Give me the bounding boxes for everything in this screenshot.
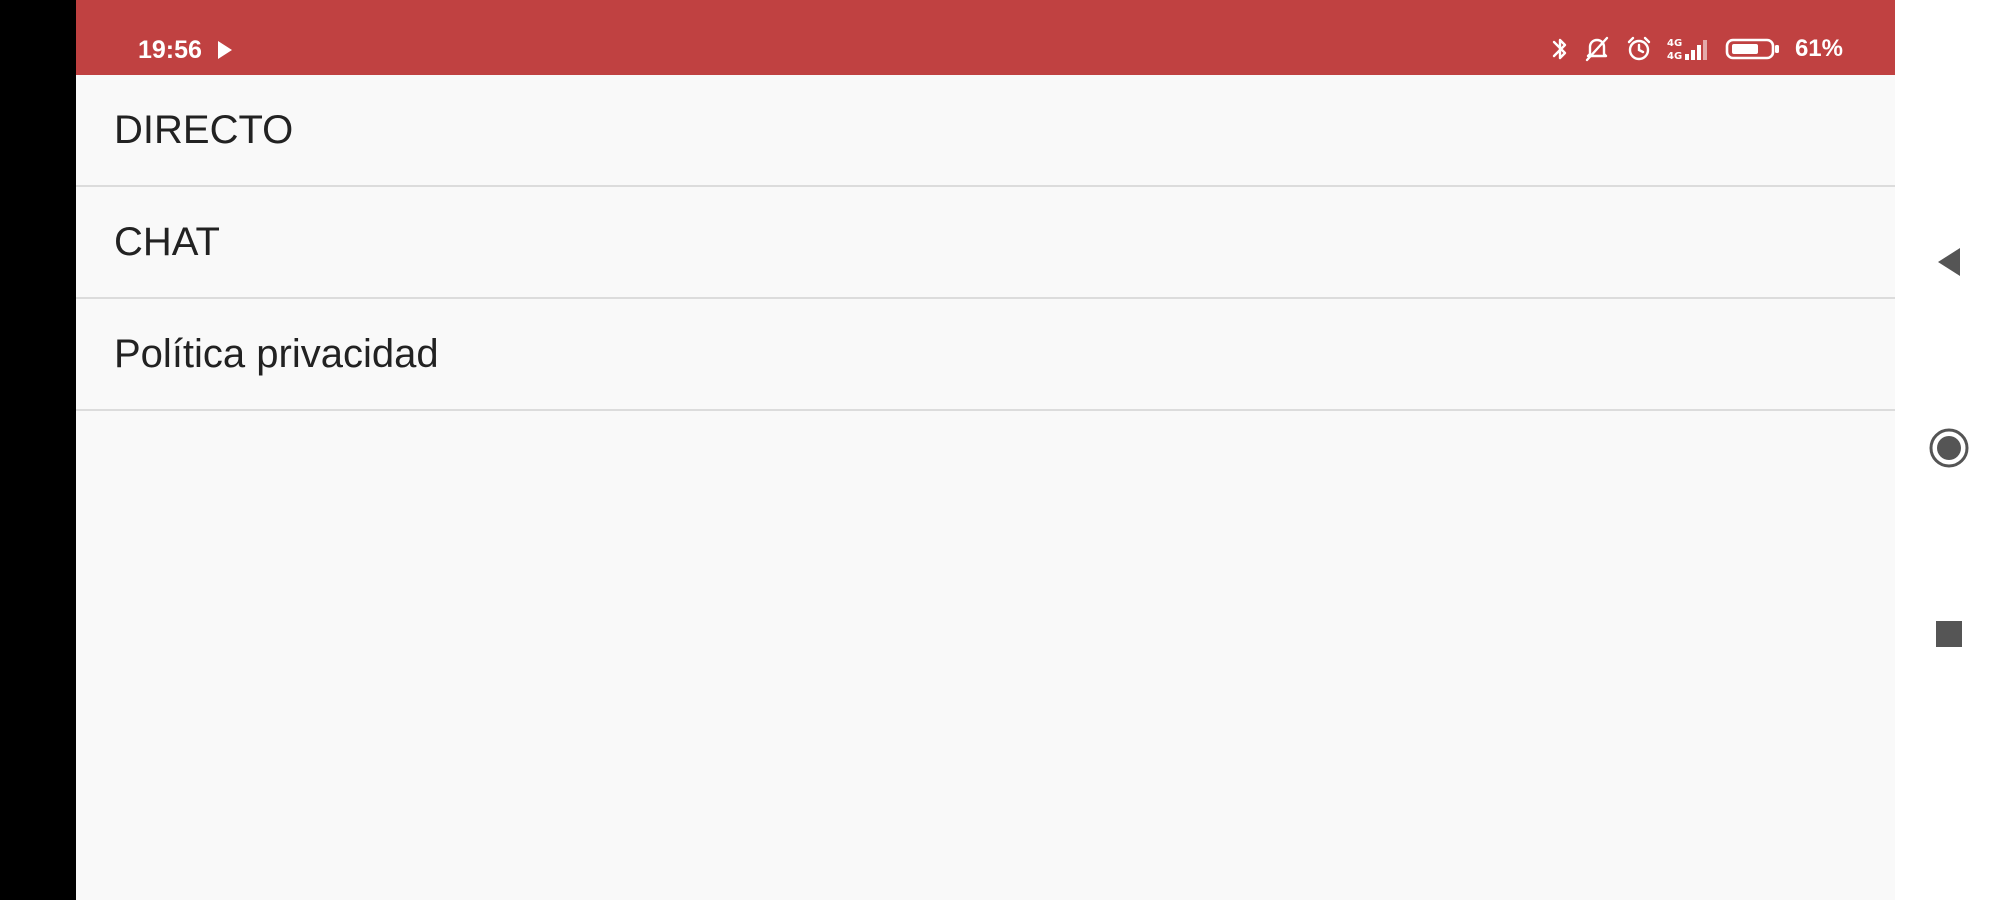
svg-text:4G: 4G [1667,51,1682,62]
menu-item-label: DIRECTO [114,107,294,152]
battery-icon [1725,35,1781,63]
signal-icon: 4G 4G [1667,35,1711,63]
home-icon [1927,426,1971,475]
back-icon [1934,245,1964,284]
menu-item-chat[interactable]: CHAT [76,187,1895,299]
app-screen: 19:56 4G 4G 61% DIRECTO CHAT Política pr… [76,0,1895,900]
menu-item-privacy-policy[interactable]: Política privacidad [76,299,1895,411]
svg-text:4G: 4G [1667,38,1682,49]
status-bar: 19:56 4G 4G 61% [76,0,1895,75]
back-button[interactable] [1895,224,2003,304]
status-right: 4G 4G 61% [1551,32,1843,66]
navigation-bar [1895,0,2003,900]
status-time: 19:56 [138,35,202,64]
status-left: 19:56 [138,34,232,66]
menu-item-directo[interactable]: DIRECTO [76,75,1895,187]
bluetooth-icon [1551,35,1569,63]
menu-item-label: Política privacidad [114,331,439,376]
device-screen: 19:56 4G 4G 61% DIRECTO CHAT Política pr… [0,0,2003,900]
recents-button[interactable] [1895,596,2003,676]
menu-list: DIRECTO CHAT Política privacidad [76,75,1895,411]
play-icon [217,41,232,59]
menu-item-label: CHAT [114,219,220,264]
recents-icon [1934,619,1964,654]
battery-percent: 61% [1794,35,1843,62]
left-bezel [0,0,76,900]
do-not-disturb-icon [1583,35,1611,63]
home-button[interactable] [1895,410,2003,490]
alarm-icon [1625,35,1653,63]
